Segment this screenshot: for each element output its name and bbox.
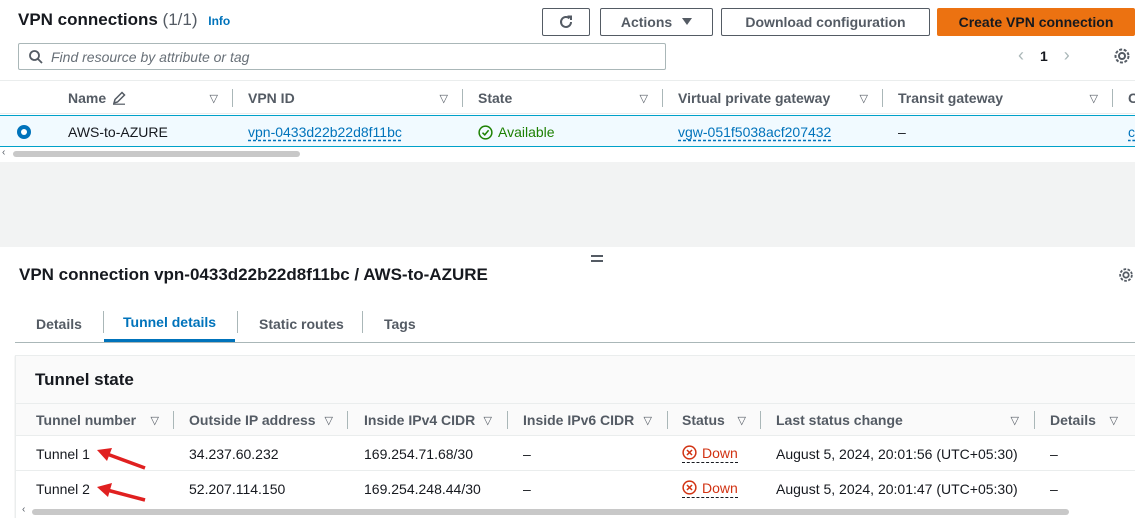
last-status-change: August 5, 2024, 20:01:47 (UTC+05:30) bbox=[776, 480, 1018, 497]
tunnel-state-title: Tunnel state bbox=[35, 370, 134, 389]
truncated-cell-link[interactable]: c bbox=[1128, 124, 1135, 140]
page-number[interactable]: 1 bbox=[1040, 48, 1048, 64]
sort-caret-icon[interactable]: ▽ bbox=[151, 414, 159, 427]
horizontal-scrollbar[interactable]: ‹ bbox=[0, 147, 1135, 159]
column-header-outside-ip[interactable]: Outside IP address ▽ bbox=[189, 404, 333, 436]
details-value: – bbox=[1050, 445, 1058, 462]
tab-tunnel-details[interactable]: Tunnel details bbox=[104, 305, 236, 342]
resize-handle-icon[interactable] bbox=[591, 255, 603, 265]
refresh-button[interactable] bbox=[542, 8, 590, 36]
row-radio[interactable] bbox=[17, 116, 31, 148]
inside-ipv6: – bbox=[523, 480, 531, 497]
vpn-id-link[interactable]: vpn-0433d22b22d8f11bc bbox=[248, 124, 402, 140]
resource-count: (1/1) bbox=[162, 10, 198, 29]
refresh-icon bbox=[560, 15, 572, 28]
column-header-vpn-id[interactable]: VPN ID ▽ bbox=[248, 81, 448, 115]
state-available: Available bbox=[478, 116, 555, 148]
column-header-truncated[interactable]: C bbox=[1128, 81, 1135, 115]
scroll-left-icon[interactable]: ‹ bbox=[22, 504, 25, 515]
tab-tags[interactable]: Tags bbox=[384, 305, 416, 342]
annotation-arrow-icon bbox=[97, 448, 146, 502]
tab-list: Details Tunnel details Static routes Tag… bbox=[15, 305, 1135, 343]
last-status-change: August 5, 2024, 20:01:56 (UTC+05:30) bbox=[776, 445, 1018, 462]
detail-panel-title: VPN connection vpn-0433d22b22d8f11bc / A… bbox=[19, 265, 488, 284]
pagination: ‹ 1 › bbox=[1018, 45, 1070, 66]
gear-icon[interactable] bbox=[1117, 266, 1135, 284]
search-placeholder: Find resource by attribute or tag bbox=[51, 48, 250, 65]
sort-caret-icon[interactable]: ▽ bbox=[440, 92, 448, 105]
table-row[interactable]: AWS-to-AZURE vpn-0433d22b22d8f11bc Avail… bbox=[0, 115, 1135, 147]
actions-label: Actions bbox=[620, 14, 673, 30]
gear-icon[interactable] bbox=[1112, 46, 1132, 66]
vgw-link[interactable]: vgw-051f5038acf207432 bbox=[678, 124, 831, 140]
column-header-details[interactable]: Details ▽ bbox=[1050, 404, 1118, 436]
outside-ip: 52.207.114.150 bbox=[189, 480, 286, 497]
tunnel-number: Tunnel 1 bbox=[36, 445, 90, 462]
search-input[interactable]: Find resource by attribute or tag bbox=[18, 43, 666, 70]
inside-ipv4: 169.254.71.68/30 bbox=[364, 445, 473, 462]
actions-button[interactable]: Actions bbox=[600, 8, 713, 36]
vpn-table-header: Name ▽ VPN ID ▽ State ▽ Virtual private … bbox=[0, 80, 1135, 114]
sort-caret-icon[interactable]: ▽ bbox=[484, 414, 492, 427]
outside-ip: 34.237.60.232 bbox=[189, 445, 279, 462]
column-header-tunnel-number[interactable]: Tunnel number ▽ bbox=[36, 404, 159, 436]
download-configuration-button[interactable]: Download configuration bbox=[721, 8, 930, 36]
sort-caret-icon[interactable]: ▽ bbox=[644, 414, 652, 427]
table-row: Tunnel 2 52.207.114.150 169.254.248.44/3… bbox=[16, 471, 1135, 506]
scrollbar-thumb[interactable] bbox=[13, 151, 300, 157]
scroll-left-icon[interactable]: ‹ bbox=[2, 147, 5, 158]
tunnel-state-container: Tunnel state Tunnel number ▽ Outside IP … bbox=[15, 355, 1135, 518]
error-circle-icon bbox=[682, 445, 697, 460]
chevron-right-icon[interactable]: › bbox=[1064, 45, 1070, 66]
tab-details[interactable]: Details bbox=[36, 305, 82, 342]
table-row: Tunnel 1 34.237.60.232 169.254.71.68/30 … bbox=[16, 436, 1135, 471]
sort-caret-icon[interactable]: ▽ bbox=[325, 414, 333, 427]
page-title-text: VPN connections bbox=[18, 10, 158, 29]
inside-ipv4: 169.254.248.44/30 bbox=[364, 480, 481, 497]
info-link[interactable]: Info bbox=[208, 14, 230, 28]
column-header-inside-ipv4[interactable]: Inside IPv4 CIDR ▽ bbox=[364, 404, 492, 436]
tab-static-routes[interactable]: Static routes bbox=[259, 305, 344, 342]
sort-caret-icon[interactable]: ▽ bbox=[738, 414, 746, 427]
scrollbar-thumb[interactable] bbox=[32, 509, 1069, 515]
create-vpn-connection-button[interactable]: Create VPN connection bbox=[937, 8, 1135, 36]
tunnel-table-header: Tunnel number ▽ Outside IP address ▽ Ins… bbox=[16, 404, 1135, 436]
sort-caret-icon[interactable]: ▽ bbox=[1110, 414, 1118, 427]
horizontal-scrollbar[interactable]: ‹ bbox=[22, 504, 1069, 515]
status-down[interactable]: Down bbox=[682, 445, 738, 463]
check-circle-icon bbox=[478, 124, 493, 140]
column-header-virtual-private-gateway[interactable]: Virtual private gateway ▽ bbox=[678, 81, 868, 115]
tunnel-number: Tunnel 2 bbox=[36, 480, 90, 497]
sort-caret-icon[interactable]: ▽ bbox=[210, 92, 218, 105]
column-header-last-status-change[interactable]: Last status change ▽ bbox=[776, 404, 1019, 436]
pencil-icon bbox=[113, 91, 126, 105]
error-circle-icon bbox=[682, 480, 697, 495]
transit-gateway-value: – bbox=[898, 124, 906, 140]
chevron-left-icon[interactable]: ‹ bbox=[1018, 45, 1024, 66]
sort-caret-icon[interactable]: ▽ bbox=[640, 92, 648, 105]
search-icon bbox=[29, 49, 43, 64]
column-header-transit-gateway[interactable]: Transit gateway ▽ bbox=[898, 81, 1098, 115]
column-header-name[interactable]: Name ▽ bbox=[68, 81, 218, 115]
status-down[interactable]: Down bbox=[682, 480, 738, 498]
sort-caret-icon[interactable]: ▽ bbox=[1011, 414, 1019, 427]
column-header-inside-ipv6[interactable]: Inside IPv6 CIDR ▽ bbox=[523, 404, 652, 436]
split-panel-gap bbox=[0, 162, 1135, 247]
vpn-name: AWS-to-AZURE bbox=[68, 124, 168, 140]
caret-down-icon bbox=[682, 18, 693, 25]
inside-ipv6: – bbox=[523, 445, 531, 462]
page-title: VPN connections (1/1) Info bbox=[18, 10, 230, 30]
sort-caret-icon[interactable]: ▽ bbox=[1090, 92, 1098, 105]
sort-caret-icon[interactable]: ▽ bbox=[860, 92, 868, 105]
column-header-state[interactable]: State ▽ bbox=[478, 81, 648, 115]
column-header-status[interactable]: Status ▽ bbox=[682, 404, 746, 436]
details-value: – bbox=[1050, 480, 1058, 497]
